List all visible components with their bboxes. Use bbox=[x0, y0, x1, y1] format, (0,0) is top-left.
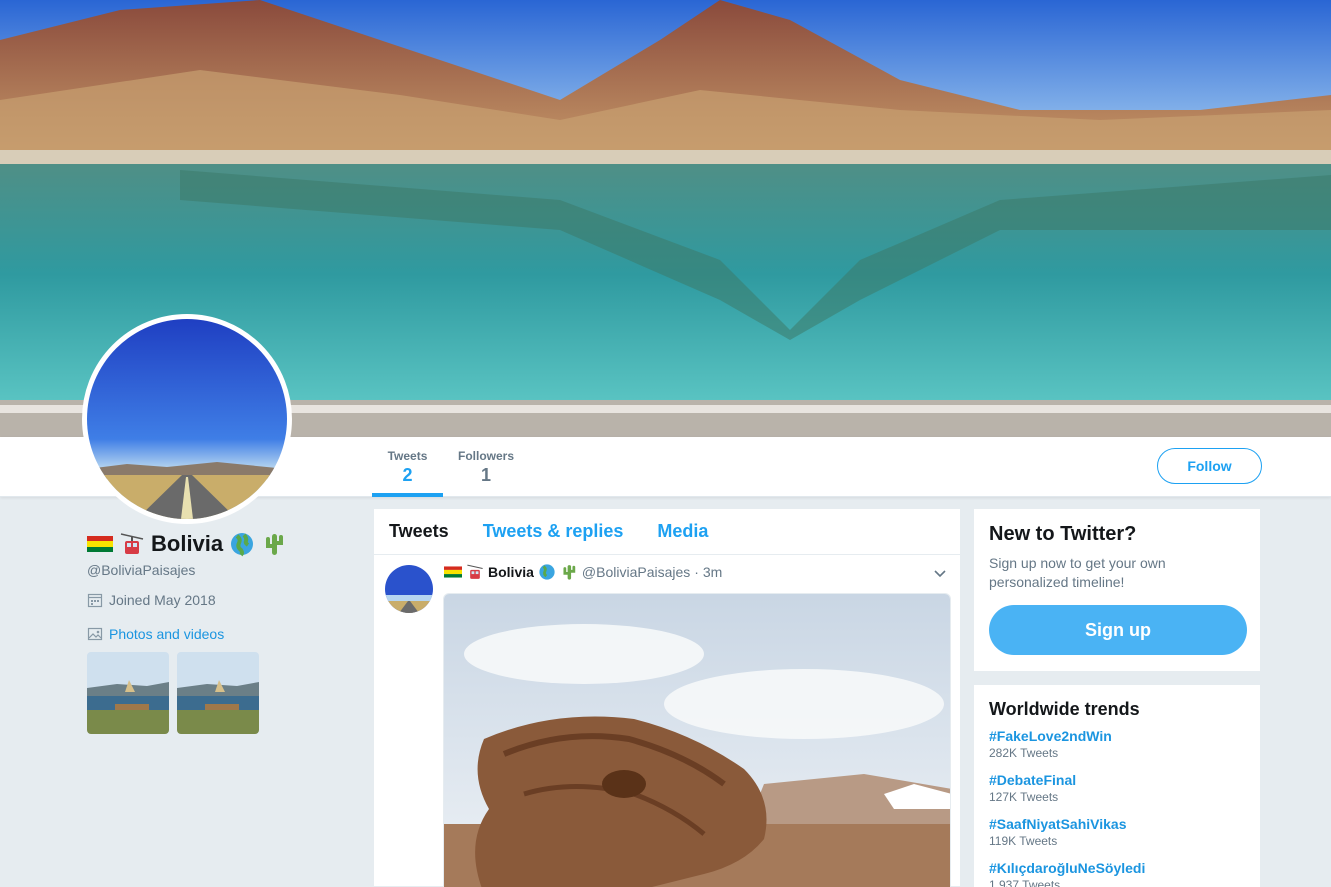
bolivia-flag-icon bbox=[444, 563, 462, 581]
trend-name[interactable]: #DebateFinal bbox=[989, 772, 1245, 788]
profile-avatar[interactable] bbox=[82, 314, 292, 524]
calendar-icon bbox=[87, 592, 103, 608]
chevron-down-icon[interactable] bbox=[932, 565, 948, 581]
signup-card-title: New to Twitter? bbox=[989, 523, 1137, 545]
trend-item[interactable]: #FakeLove2ndWin 282K Tweets bbox=[989, 728, 1245, 760]
followers-stat[interactable]: Followers 1 bbox=[443, 437, 529, 497]
tab-media[interactable]: Media bbox=[657, 521, 708, 542]
tweets-stat-value: 2 bbox=[402, 465, 413, 485]
tab-tweets[interactable]: Tweets bbox=[389, 521, 449, 542]
aerial-tramway-icon bbox=[466, 563, 484, 581]
bolivia-flag-icon bbox=[87, 531, 113, 557]
followers-stat-value: 1 bbox=[480, 465, 491, 485]
signup-card: New to Twitter? Sign up now to get your … bbox=[973, 508, 1261, 672]
tweet-header: Bolivia @BoliviaPaisajes · 3m bbox=[444, 563, 722, 581]
aerial-tramway-icon bbox=[119, 531, 145, 557]
photo-thumbnail[interactable] bbox=[177, 652, 259, 734]
profile-name[interactable]: Bolivia bbox=[151, 531, 223, 557]
trend-item[interactable]: #KılıçdaroğluNeSöyledi 1,937 Tweets bbox=[989, 860, 1245, 887]
trend-name[interactable]: #KılıçdaroğluNeSöyledi bbox=[989, 860, 1245, 876]
trends-card: Worldwide trends #FakeLove2ndWin 282K Tw… bbox=[973, 684, 1261, 887]
joined-row: Joined May 2018 bbox=[87, 592, 347, 608]
trend-count: 282K Tweets bbox=[989, 746, 1059, 760]
profile-info: Bolivia @BoliviaPaisajes Joined May 2018… bbox=[87, 528, 347, 734]
followers-stat-label: Followers bbox=[458, 449, 515, 463]
profile-handle[interactable]: @BoliviaPaisajes bbox=[87, 562, 347, 578]
photo-thumbnails bbox=[87, 652, 347, 734]
tweet-media-image[interactable] bbox=[443, 593, 951, 887]
globe-americas-icon bbox=[229, 531, 255, 557]
globe-americas-icon bbox=[538, 563, 556, 581]
tweets-stat-label: Tweets bbox=[387, 449, 428, 463]
tweet-avatar[interactable] bbox=[385, 565, 433, 613]
tweets-stat[interactable]: Tweets 2 bbox=[372, 437, 443, 497]
cactus-icon bbox=[261, 531, 287, 557]
follow-button[interactable]: Follow bbox=[1157, 448, 1262, 484]
trend-item[interactable]: #DebateFinal 127K Tweets bbox=[989, 772, 1245, 804]
tweet-timestamp[interactable]: · 3m bbox=[694, 564, 722, 580]
tab-tweets-replies[interactable]: Tweets & replies bbox=[483, 521, 624, 542]
profile-name-row: Bolivia bbox=[87, 528, 347, 560]
tweet-author-handle[interactable]: @BoliviaPaisajes bbox=[582, 564, 690, 580]
trend-name[interactable]: #FakeLove2ndWin bbox=[989, 728, 1245, 744]
image-icon bbox=[87, 626, 103, 642]
photos-videos-link[interactable]: Photos and videos bbox=[109, 626, 224, 642]
joined-date: Joined May 2018 bbox=[109, 592, 216, 608]
trend-count: 127K Tweets bbox=[989, 790, 1059, 804]
trends-title: Worldwide trends bbox=[989, 699, 1140, 719]
tweet-author-name[interactable]: Bolivia bbox=[488, 564, 534, 580]
trend-item[interactable]: #SaafNiyatSahiVikas 119K Tweets bbox=[989, 816, 1245, 848]
cactus-icon bbox=[560, 563, 578, 581]
trend-count: 1,937 Tweets bbox=[989, 878, 1061, 887]
signup-card-text: Sign up now to get your own personalized… bbox=[989, 555, 1166, 590]
photos-row: Photos and videos bbox=[87, 626, 347, 642]
trend-count: 119K Tweets bbox=[989, 834, 1058, 848]
timeline: Tweets Tweets & replies Media Bolivia @B… bbox=[373, 508, 961, 887]
timeline-tabs: Tweets Tweets & replies Media bbox=[374, 509, 960, 555]
photo-thumbnail[interactable] bbox=[87, 652, 169, 734]
signup-button[interactable]: Sign up bbox=[989, 605, 1247, 655]
tweet[interactable]: Bolivia @BoliviaPaisajes · 3m bbox=[374, 555, 960, 887]
trend-name[interactable]: #SaafNiyatSahiVikas bbox=[989, 816, 1245, 832]
